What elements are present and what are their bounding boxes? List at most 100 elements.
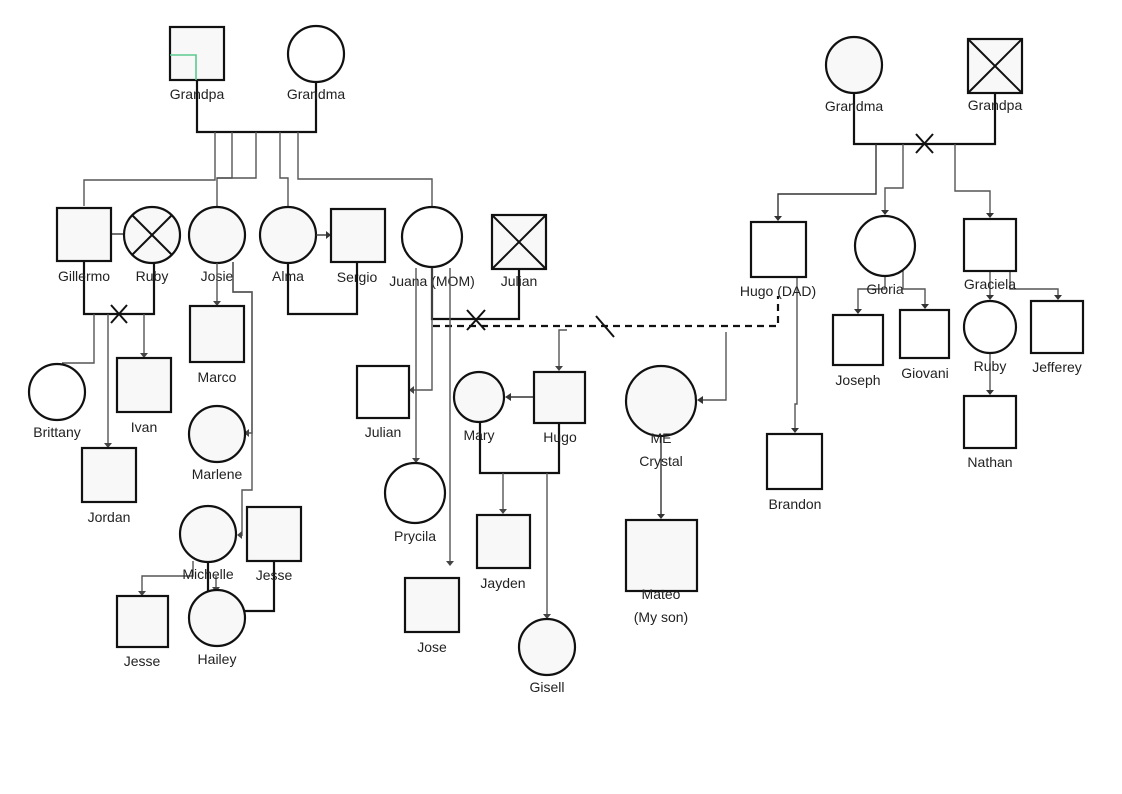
person-ruby-right[interactable]: Ruby: [962, 299, 1018, 374]
person-marco[interactable]: Marco: [188, 304, 246, 385]
person-jefferey[interactable]: Jefferey: [1029, 299, 1085, 375]
male-symbol: [831, 313, 885, 367]
female-symbol: [187, 205, 247, 265]
person-hugo-child[interactable]: Hugo: [532, 370, 587, 445]
person-michelle[interactable]: Michelle: [178, 504, 238, 582]
person-gloria[interactable]: Gloria: [853, 214, 917, 297]
descent-line-hugo-child: [558, 329, 567, 367]
female-symbol: [452, 370, 506, 424]
person-jayden[interactable]: Jayden: [475, 513, 532, 591]
male-symbol: [962, 394, 1018, 450]
person-name: Gillermo: [58, 268, 110, 284]
person-ruby-left[interactable]: Ruby: [122, 205, 182, 284]
person-jesse-child[interactable]: Jesse: [115, 594, 170, 669]
male-symbol: [329, 207, 387, 264]
person-jordan[interactable]: Jordan: [80, 446, 138, 525]
female-symbol: [624, 364, 698, 438]
person-graciela[interactable]: Graciela: [962, 217, 1018, 292]
separation-mark: [595, 315, 615, 338]
person-name: Mary: [463, 427, 494, 443]
person-name: Julian: [501, 273, 538, 289]
genogram-canvas: Grandpa Grandma Gillermo Ruby Josie Alma…: [27, 24, 1085, 695]
person-name: Brittany: [33, 424, 80, 440]
person-prycila[interactable]: Prycila: [383, 461, 447, 544]
person-name: Grandpa: [968, 97, 1023, 113]
person-name: Jayden: [480, 575, 525, 591]
person-brittany[interactable]: Brittany: [27, 362, 87, 440]
arrow-head: [1054, 295, 1062, 300]
male-symbol: [962, 217, 1018, 273]
female-symbol: [824, 35, 884, 95]
male-symbol: [168, 25, 226, 82]
male-symbol: [115, 356, 173, 414]
person-grandma-right[interactable]: Grandma: [824, 35, 884, 114]
male-symbol: [115, 594, 170, 649]
arrow-head: [986, 295, 994, 300]
person-name: Grandpa: [170, 86, 225, 102]
person-grandpa-left[interactable]: Grandpa: [168, 25, 226, 102]
person-grandma-left[interactable]: Grandma: [286, 24, 346, 102]
person-joseph[interactable]: Joseph: [831, 313, 885, 388]
male-symbol: [1029, 299, 1085, 355]
arrow-head: [921, 304, 929, 309]
person-name-line2: Crystal: [639, 453, 683, 469]
person-jose[interactable]: Jose: [403, 576, 461, 655]
person-name: Ruby: [136, 268, 169, 284]
person-mary[interactable]: Mary: [452, 370, 506, 443]
person-me-crystal[interactable]: ME Crystal: [624, 364, 698, 469]
male-symbol: [188, 304, 246, 364]
male-symbol: [532, 370, 587, 425]
male-symbol: [245, 505, 303, 563]
person-gisell[interactable]: Gisell: [517, 617, 577, 695]
person-gillermo[interactable]: Gillermo: [55, 206, 113, 284]
person-name: Ruby: [974, 358, 1007, 374]
person-grandpa-right[interactable]: Grandpa: [966, 37, 1024, 113]
female-symbol: [383, 461, 447, 525]
person-name: Gisell: [529, 679, 564, 695]
female-symbol: [517, 617, 577, 677]
person-jesse-spouse[interactable]: Jesse: [245, 505, 303, 583]
female-symbol: [178, 504, 238, 564]
male-symbol: [55, 206, 113, 263]
person-name: Jefferey: [1032, 359, 1082, 375]
person-name: Jesse: [124, 653, 161, 669]
person-name: Marlene: [192, 466, 243, 482]
arrow-head: [986, 213, 994, 218]
person-ivan[interactable]: Ivan: [115, 356, 173, 435]
descent-line-me: [702, 332, 727, 401]
person-name: Ivan: [131, 419, 157, 435]
person-name-line2: (My son): [634, 609, 688, 625]
person-mateo[interactable]: Mateo (My son): [624, 518, 699, 625]
male-symbol: [403, 576, 461, 634]
female-symbol: [27, 362, 87, 422]
person-julian-top[interactable]: Julian: [490, 213, 548, 289]
male-symbol: [898, 308, 951, 360]
person-name: Grandma: [825, 98, 884, 114]
person-julian-child[interactable]: Julian: [355, 364, 411, 440]
female-symbol: [286, 24, 346, 84]
person-name: Michelle: [182, 566, 234, 582]
person-name: Hugo: [543, 429, 577, 445]
person-hailey[interactable]: Hailey: [187, 588, 247, 667]
person-hugo-dad[interactable]: Hugo (DAD): [740, 220, 816, 299]
female-symbol: [258, 205, 318, 265]
descent-line-josie-branch: [232, 262, 253, 536]
descent-line-jefferey: [1009, 271, 1059, 296]
person-name: Julian: [365, 424, 402, 440]
person-name: ME: [651, 430, 672, 446]
person-name: Prycila: [394, 528, 436, 544]
person-giovani[interactable]: Giovani: [898, 308, 951, 381]
person-nathan[interactable]: Nathan: [962, 394, 1018, 470]
arrow-head: [657, 514, 665, 519]
arrow-head: [986, 390, 994, 395]
person-brandon[interactable]: Brandon: [765, 432, 824, 512]
person-name: Giovani: [901, 365, 948, 381]
arrow-head: [505, 393, 511, 401]
descent-lines-grandparents-left: [83, 132, 433, 206]
person-name: Hugo (DAD): [740, 283, 816, 299]
person-name: Jordan: [88, 509, 131, 525]
person-marlene[interactable]: Marlene: [187, 404, 247, 482]
female-symbol: [187, 588, 247, 648]
arrow-head: [854, 309, 862, 314]
person-name: Jose: [417, 639, 447, 655]
